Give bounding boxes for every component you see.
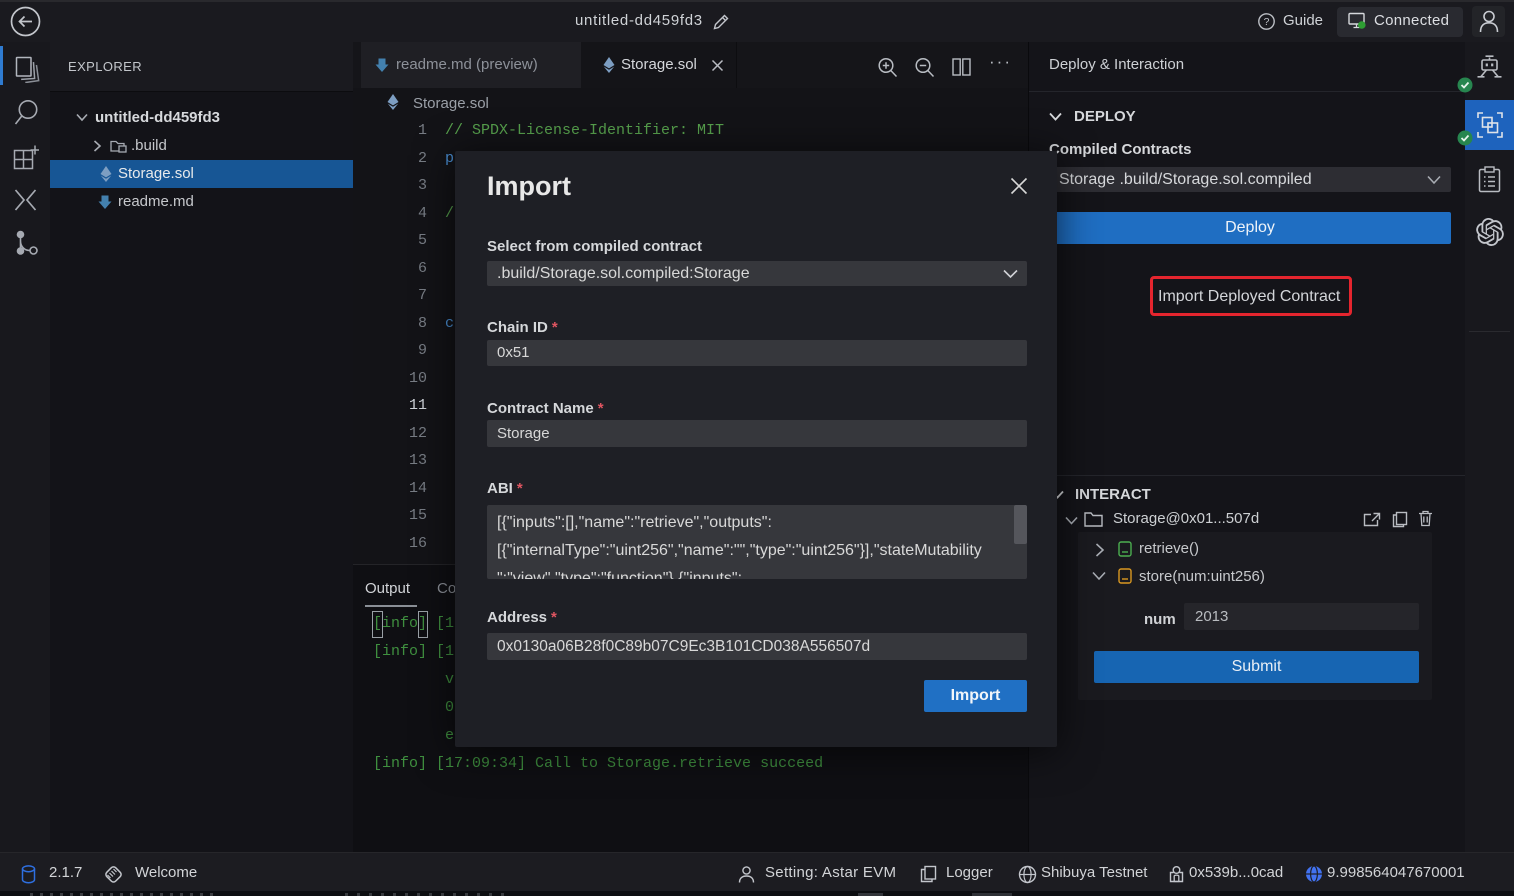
svg-text:?: ? [1264, 16, 1270, 28]
